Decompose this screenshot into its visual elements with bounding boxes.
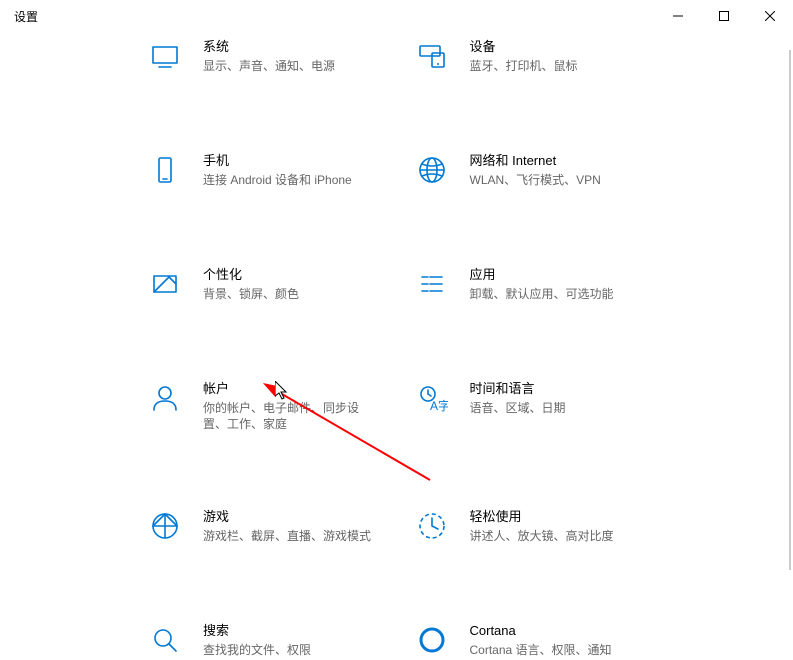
window-controls bbox=[655, 0, 793, 32]
category-title: 网络和 Internet bbox=[470, 152, 601, 170]
category-subtitle: 卸载、默认应用、可选功能 bbox=[470, 286, 614, 302]
category-tile-system[interactable]: 系统显示、声音、通知、电源 bbox=[145, 36, 382, 76]
category-tile-devices[interactable]: 设备蓝牙、打印机、鼠标 bbox=[412, 36, 649, 76]
maximize-button[interactable] bbox=[701, 0, 747, 32]
system-icon bbox=[145, 36, 185, 76]
category-title: 设备 bbox=[470, 38, 578, 56]
category-title: Cortana bbox=[470, 622, 612, 640]
category-title: 个性化 bbox=[203, 266, 299, 284]
category-title: 系统 bbox=[203, 38, 335, 56]
category-title: 时间和语言 bbox=[470, 380, 566, 398]
devices-icon bbox=[412, 36, 452, 76]
network-icon bbox=[412, 150, 452, 190]
category-tile-accounts[interactable]: 帐户你的帐户、电子邮件、同步设置、工作、家庭 bbox=[145, 378, 382, 432]
category-tile-search[interactable]: 搜索查找我的文件、权限 bbox=[145, 620, 382, 660]
cortana-icon bbox=[412, 620, 452, 660]
category-title: 帐户 bbox=[203, 380, 382, 398]
category-subtitle: 连接 Android 设备和 iPhone bbox=[203, 172, 352, 188]
minimize-button[interactable] bbox=[655, 0, 701, 32]
category-tile-phone[interactable]: 手机连接 Android 设备和 iPhone bbox=[145, 150, 382, 190]
apps-icon bbox=[412, 264, 452, 304]
personalization-icon bbox=[145, 264, 185, 304]
category-title: 手机 bbox=[203, 152, 352, 170]
category-title: 应用 bbox=[470, 266, 614, 284]
category-tile-time-language[interactable]: A字 时间和语言语音、区域、日期 bbox=[412, 378, 649, 432]
category-subtitle: 你的帐户、电子邮件、同步设置、工作、家庭 bbox=[203, 400, 382, 432]
category-tile-network[interactable]: 网络和 Internet WLAN、飞行模式、VPN bbox=[412, 150, 649, 190]
category-title: 游戏 bbox=[203, 508, 371, 526]
category-subtitle: 显示、声音、通知、电源 bbox=[203, 58, 335, 74]
category-subtitle: 背景、锁屏、颜色 bbox=[203, 286, 299, 302]
search-icon bbox=[145, 620, 185, 660]
accounts-icon bbox=[145, 378, 185, 418]
category-subtitle: 查找我的文件、权限 bbox=[203, 642, 311, 658]
category-tile-apps[interactable]: 应用卸载、默认应用、可选功能 bbox=[412, 264, 649, 304]
category-title: 搜索 bbox=[203, 622, 311, 640]
scrollbar[interactable] bbox=[789, 50, 791, 570]
category-tile-cortana[interactable]: Cortana Cortana 语言、权限、通知 bbox=[412, 620, 649, 660]
svg-text:A字: A字 bbox=[430, 398, 448, 413]
phone-icon bbox=[145, 150, 185, 190]
time-language-icon: A字 bbox=[412, 378, 452, 418]
category-tile-gaming[interactable]: 游戏游戏栏、截屏、直播、游戏模式 bbox=[145, 506, 382, 546]
ease-icon bbox=[412, 506, 452, 546]
category-subtitle: WLAN、飞行模式、VPN bbox=[470, 172, 601, 188]
category-title: 轻松使用 bbox=[470, 508, 614, 526]
gaming-icon bbox=[145, 506, 185, 546]
window-title: 设置 bbox=[14, 8, 38, 25]
category-subtitle: 语音、区域、日期 bbox=[470, 400, 566, 416]
category-subtitle: 游戏栏、截屏、直播、游戏模式 bbox=[203, 528, 371, 544]
close-button[interactable] bbox=[747, 0, 793, 32]
category-tile-ease[interactable]: 轻松使用讲述人、放大镜、高对比度 bbox=[412, 506, 649, 546]
category-tile-personalization[interactable]: 个性化背景、锁屏、颜色 bbox=[145, 264, 382, 304]
category-subtitle: 讲述人、放大镜、高对比度 bbox=[470, 528, 614, 544]
category-subtitle: Cortana 语言、权限、通知 bbox=[470, 642, 612, 658]
category-subtitle: 蓝牙、打印机、鼠标 bbox=[470, 58, 578, 74]
